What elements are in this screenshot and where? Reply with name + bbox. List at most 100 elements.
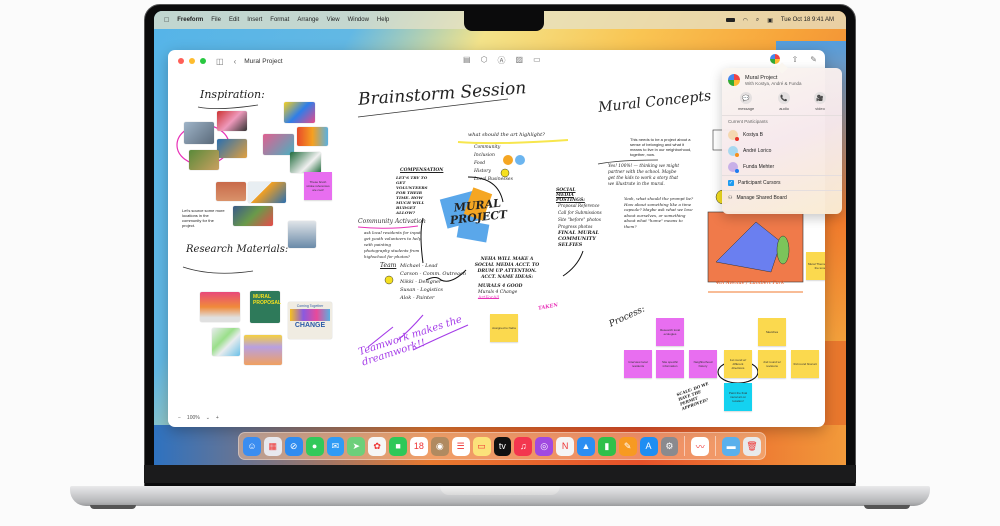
launchpad-icon[interactable]: ▦	[263, 436, 282, 456]
freeform-icon[interactable]: 〰	[691, 436, 710, 456]
menu-app-name[interactable]: Freeform	[177, 17, 203, 23]
trash-icon[interactable]: 🗑	[743, 436, 761, 456]
sticky-note[interactable]: Sketches	[758, 318, 786, 346]
participant-row[interactable]: Funda Mehter	[722, 159, 842, 175]
dock-separator	[715, 436, 717, 456]
sticky-note[interactable]: 2nd round w/ revisions	[758, 350, 786, 378]
downloads-folder-icon[interactable]: ▬	[722, 436, 740, 456]
collaborators-icon[interactable]	[769, 54, 780, 64]
safari-icon[interactable]: ⊘	[284, 436, 303, 456]
audio-button[interactable]: 📞 audio	[778, 92, 791, 111]
text-note-locations[interactable]: Let's source some more locations in the …	[182, 208, 226, 228]
menu-file[interactable]: File	[211, 17, 221, 23]
video-button[interactable]: 🎥 video	[814, 92, 827, 111]
video-card[interactable]	[288, 221, 316, 248]
menu-arrange[interactable]: Arrange	[297, 17, 318, 23]
chevron-down-icon[interactable]: ⌄	[206, 415, 210, 421]
sticky-note-icon[interactable]: ▤	[463, 55, 471, 66]
pages-icon[interactable]: ✎	[618, 436, 637, 456]
photo-card[interactable]	[284, 102, 315, 123]
shapes-icon[interactable]: ⬡	[481, 55, 488, 66]
photo-card[interactable]	[217, 139, 247, 158]
photo-card[interactable]	[217, 111, 247, 131]
files-icon[interactable]: ▭	[533, 55, 541, 66]
notes-icon[interactable]: ▭	[472, 436, 491, 456]
manage-shared-board-button[interactable]: ⚇ Manage Shared Board	[722, 190, 842, 205]
sticky-note[interactable]: 1st round w/ different directions	[724, 350, 752, 378]
media-icon[interactable]: ▨	[516, 55, 524, 66]
participant-row[interactable]: André Lorico	[722, 143, 842, 159]
podcasts-icon[interactable]: ◎	[535, 436, 554, 456]
research-card-proposal[interactable]: MURAL PROPOSAL	[250, 291, 281, 323]
search-icon[interactable]: ⌕	[756, 17, 759, 24]
participant-row[interactable]: Kostya B	[722, 127, 842, 143]
photos-icon[interactable]: ✿	[368, 436, 387, 456]
close-button[interactable]	[178, 58, 184, 64]
map-card[interactable]	[212, 328, 240, 356]
sticky-note[interactable]: These brush stroke references are cool!	[304, 172, 332, 200]
minimize-button[interactable]	[189, 58, 195, 64]
photo-card[interactable]	[263, 134, 294, 155]
zoom-level-select[interactable]: 100%	[187, 415, 200, 421]
back-chevron-icon[interactable]: ‹	[234, 57, 237, 66]
photo-card[interactable]	[297, 127, 328, 146]
messages-icon[interactable]: ●	[305, 436, 324, 456]
sticky-note[interactable]: Paint the final mural art on location!	[724, 383, 752, 411]
system-settings-icon[interactable]: ⚙	[660, 436, 679, 456]
app-store-icon[interactable]: A	[639, 436, 658, 456]
control-center-icon[interactable]: ▣	[767, 17, 773, 24]
sticky-note[interactable]: Interview local residents	[624, 350, 652, 378]
news-icon[interactable]: N	[556, 436, 574, 456]
sticky-note[interactable]: Site specific information	[656, 350, 684, 378]
list-item: Carson - Comm. Outreach	[400, 271, 467, 277]
calendar-icon[interactable]: 18	[410, 436, 428, 456]
zoom-out-button[interactable]: −	[178, 415, 181, 421]
numbers-icon[interactable]: ▮	[597, 436, 616, 456]
tv-icon[interactable]: tv	[493, 436, 512, 456]
sticky-note[interactable]: Research local ecologies	[656, 318, 684, 346]
menu-edit[interactable]: Edit	[229, 17, 239, 23]
text-note-belonging[interactable]: This needs to be a project about a sense…	[630, 137, 694, 157]
battery-icon[interactable]	[725, 18, 735, 22]
video-card[interactable]	[248, 182, 286, 203]
new-board-icon[interactable]: ✎	[810, 55, 817, 64]
photo-card[interactable]	[290, 152, 321, 173]
photo-card[interactable]	[216, 182, 246, 201]
sidebar-toggle-icon[interactable]: ◫	[216, 57, 224, 66]
facetime-icon[interactable]: ■	[389, 436, 407, 456]
menu-view[interactable]: View	[327, 17, 340, 23]
reminders-icon[interactable]: ☰	[451, 436, 470, 456]
menu-format[interactable]: Format	[270, 17, 289, 23]
sticky-note[interactable]: Assigned to Neha	[490, 314, 518, 342]
video-card[interactable]	[233, 206, 273, 226]
music-icon[interactable]: ♫	[514, 436, 533, 456]
mail-icon[interactable]: ✉	[326, 436, 345, 456]
zoom-in-button[interactable]: +	[216, 415, 219, 421]
menu-insert[interactable]: Insert	[247, 17, 262, 23]
zoom-button[interactable]	[200, 58, 206, 64]
message-button[interactable]: 💬 message	[738, 92, 754, 111]
research-card[interactable]	[200, 292, 240, 322]
research-card[interactable]	[244, 335, 282, 365]
menu-window[interactable]: Window	[348, 17, 369, 23]
text-box-icon[interactable]: Ⓐ	[498, 55, 506, 66]
menu-help[interactable]: Help	[377, 17, 389, 23]
participant-cursors-toggle[interactable]: ✓ Participant Cursors	[722, 175, 842, 190]
keynote-icon[interactable]: ▲	[577, 436, 595, 456]
photo-card[interactable]	[189, 150, 219, 170]
wifi-icon[interactable]: ◠	[743, 17, 748, 24]
checkbox-checked-icon[interactable]: ✓	[728, 180, 734, 186]
photo-card[interactable]	[184, 122, 214, 144]
maps-icon[interactable]: ➤	[347, 436, 366, 456]
sticky-note[interactable]: 3rd round final art	[791, 350, 819, 378]
research-card-change[interactable]: Coming Together CHANGE	[288, 302, 332, 339]
share-icon[interactable]: ⇧	[792, 55, 799, 64]
contacts-icon[interactable]: ◉	[430, 436, 449, 456]
menu-clock[interactable]: Tue Oct 18 9:41 AM	[781, 17, 834, 23]
sticky-note[interactable]: Neighborhood history	[689, 350, 717, 378]
insert-toolbar: ▤ ⬡ Ⓐ ▨ ▭	[463, 55, 541, 66]
sticky-note[interactable]: Mural Theme sets the tone	[806, 252, 825, 280]
finder-icon[interactable]: ☺	[243, 436, 261, 456]
apple-logo-icon[interactable]: 	[164, 17, 169, 24]
research-underline-ink	[182, 266, 254, 274]
